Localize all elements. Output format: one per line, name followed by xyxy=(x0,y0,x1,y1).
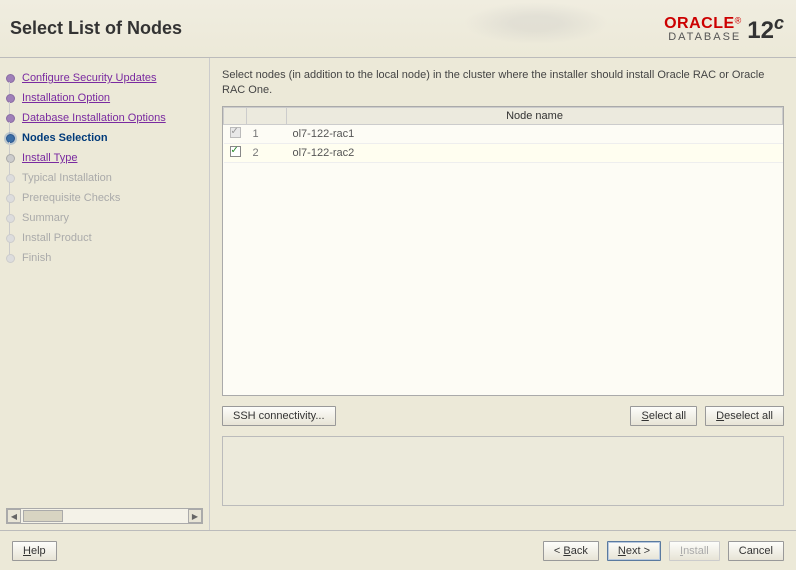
registered-icon: ® xyxy=(735,15,742,25)
step-7: Summary xyxy=(18,208,205,228)
brand-sub: DATABASE xyxy=(664,31,741,43)
brand-name: ORACLE xyxy=(664,15,735,32)
step-link[interactable]: Configure Security Updates xyxy=(22,72,157,84)
header: Select List of Nodes ORACLE® DATABASE 12… xyxy=(0,0,796,58)
next-button[interactable]: Next > xyxy=(607,541,661,561)
step-4[interactable]: Install Type xyxy=(18,148,205,168)
col-node-name[interactable]: Node name xyxy=(287,107,783,124)
node-index: 1 xyxy=(247,124,287,143)
cancel-button[interactable]: Cancel xyxy=(728,541,784,561)
col-check[interactable] xyxy=(224,107,247,124)
sidebar: Configure Security Updates Installation O… xyxy=(0,58,210,530)
step-8: Install Product xyxy=(18,228,205,248)
page-title: Select List of Nodes xyxy=(10,18,182,39)
step-link[interactable]: Database Installation Options xyxy=(22,112,166,124)
help-button[interactable]: Help xyxy=(12,541,57,561)
scroll-right-icon[interactable]: ▶ xyxy=(188,509,202,523)
step-5: Typical Installation xyxy=(18,168,205,188)
ssh-connectivity-button[interactable]: SSH connectivity... xyxy=(222,406,336,426)
footer: Help < Back Next > Install Cancel xyxy=(0,530,796,570)
step-0[interactable]: Configure Security Updates xyxy=(18,68,205,88)
table-row[interactable]: 1ol7-122-rac1 xyxy=(224,124,783,143)
step-1[interactable]: Installation Option xyxy=(18,88,205,108)
node-index: 2 xyxy=(247,143,287,162)
step-link[interactable]: Install Type xyxy=(22,152,77,164)
step-list: Configure Security Updates Installation O… xyxy=(4,68,205,268)
main-panel: Select nodes (in addition to the local n… xyxy=(210,58,796,530)
back-button[interactable]: < Back xyxy=(543,541,599,561)
step-9: Finish xyxy=(18,248,205,268)
nodes-tbody: 1ol7-122-rac12ol7-122-rac2 xyxy=(224,124,783,162)
node-checkbox xyxy=(230,127,241,138)
instruction-text: Select nodes (in addition to the local n… xyxy=(222,68,784,98)
node-name: ol7-122-rac2 xyxy=(287,143,783,162)
step-3: Nodes Selection xyxy=(18,128,205,148)
sidebar-scrollbar[interactable]: ◀ ▶ xyxy=(6,508,203,524)
node-name: ol7-122-rac1 xyxy=(287,124,783,143)
deselect-all-button[interactable]: Deselect all xyxy=(705,406,784,426)
col-num[interactable] xyxy=(247,107,287,124)
install-button: Install xyxy=(669,541,720,561)
step-link[interactable]: Installation Option xyxy=(22,92,110,104)
brand-logo: ORACLE® DATABASE 12c xyxy=(664,13,784,45)
step-2[interactable]: Database Installation Options xyxy=(18,108,205,128)
scroll-left-icon[interactable]: ◀ xyxy=(7,509,21,523)
scroll-thumb[interactable] xyxy=(23,510,63,522)
step-6: Prerequisite Checks xyxy=(18,188,205,208)
header-decoration xyxy=(416,0,616,58)
nodes-table: Node name 1ol7-122-rac12ol7-122-rac2 xyxy=(222,106,784,396)
brand-version: 12c xyxy=(747,13,784,45)
table-row[interactable]: 2ol7-122-rac2 xyxy=(224,143,783,162)
detail-panel xyxy=(222,436,784,506)
select-all-button[interactable]: Select all xyxy=(630,406,697,426)
node-checkbox[interactable] xyxy=(230,146,241,157)
